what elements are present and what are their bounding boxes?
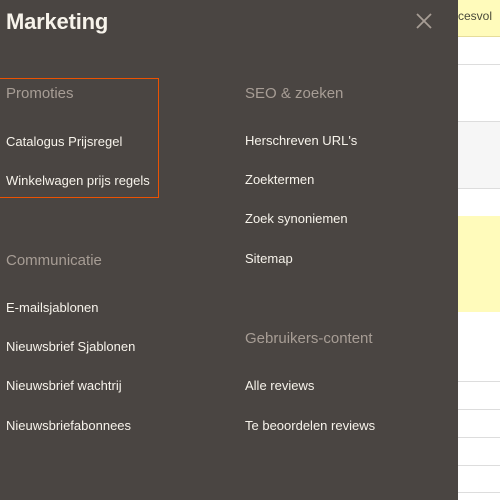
group-title-gebruikers-content: Gebruikers-content bbox=[245, 330, 373, 347]
menu-item-herschreven-urls[interactable]: Herschreven URL's bbox=[245, 132, 357, 150]
menu-item-catalogus-prijsregel[interactable]: Catalogus Prijsregel bbox=[6, 133, 122, 151]
close-icon bbox=[416, 13, 432, 29]
menu-item-e-mailsjablonen[interactable]: E-mailsjablonen bbox=[6, 299, 99, 317]
menu-item-zoek-synoniemen[interactable]: Zoek synoniemen bbox=[245, 210, 348, 228]
menu-item-winkelwagen-prijs-regels[interactable]: Winkelwagen prijs regels bbox=[6, 172, 150, 190]
background-page: ccesvol bbox=[452, 0, 500, 500]
menu-item-zoektermen[interactable]: Zoektermen bbox=[245, 171, 314, 189]
close-button[interactable] bbox=[411, 8, 437, 34]
row-divider bbox=[458, 64, 500, 65]
panel-title: Marketing bbox=[6, 9, 109, 34]
menu-item-alle-reviews[interactable]: Alle reviews bbox=[245, 377, 314, 395]
menu-item-nieuwsbriefabonnees[interactable]: Nieuwsbriefabonnees bbox=[6, 417, 131, 435]
menu-item-nieuwsbrief-wachtrij[interactable]: Nieuwsbrief wachtrij bbox=[6, 377, 122, 395]
row-divider bbox=[458, 409, 500, 410]
menu-item-te-beoordelen-reviews[interactable]: Te beoordelen reviews bbox=[245, 417, 375, 435]
row-divider bbox=[458, 437, 500, 438]
menu-item-nieuwsbrief-sjablonen[interactable]: Nieuwsbrief Sjablonen bbox=[6, 338, 135, 356]
menu-item-sitemap[interactable]: Sitemap bbox=[245, 250, 293, 268]
marketing-flyout-panel: Marketing Promoties Catalogus Prijsregel… bbox=[0, 0, 458, 500]
row-divider bbox=[458, 188, 500, 189]
row-divider bbox=[458, 492, 500, 493]
row-divider bbox=[458, 465, 500, 466]
success-notice-text: ccesvol bbox=[452, 9, 493, 23]
success-notice: ccesvol bbox=[452, 0, 500, 37]
row-divider bbox=[458, 381, 500, 382]
table-row bbox=[458, 122, 500, 188]
menu-group-promoties: Promoties Catalogus Prijsregel Winkelwag… bbox=[0, 78, 159, 198]
group-title-seo-zoeken: SEO & zoeken bbox=[245, 85, 344, 102]
highlighted-row bbox=[458, 216, 500, 312]
group-title-communicatie: Communicatie bbox=[6, 252, 102, 269]
group-title-promoties: Promoties bbox=[6, 85, 74, 102]
